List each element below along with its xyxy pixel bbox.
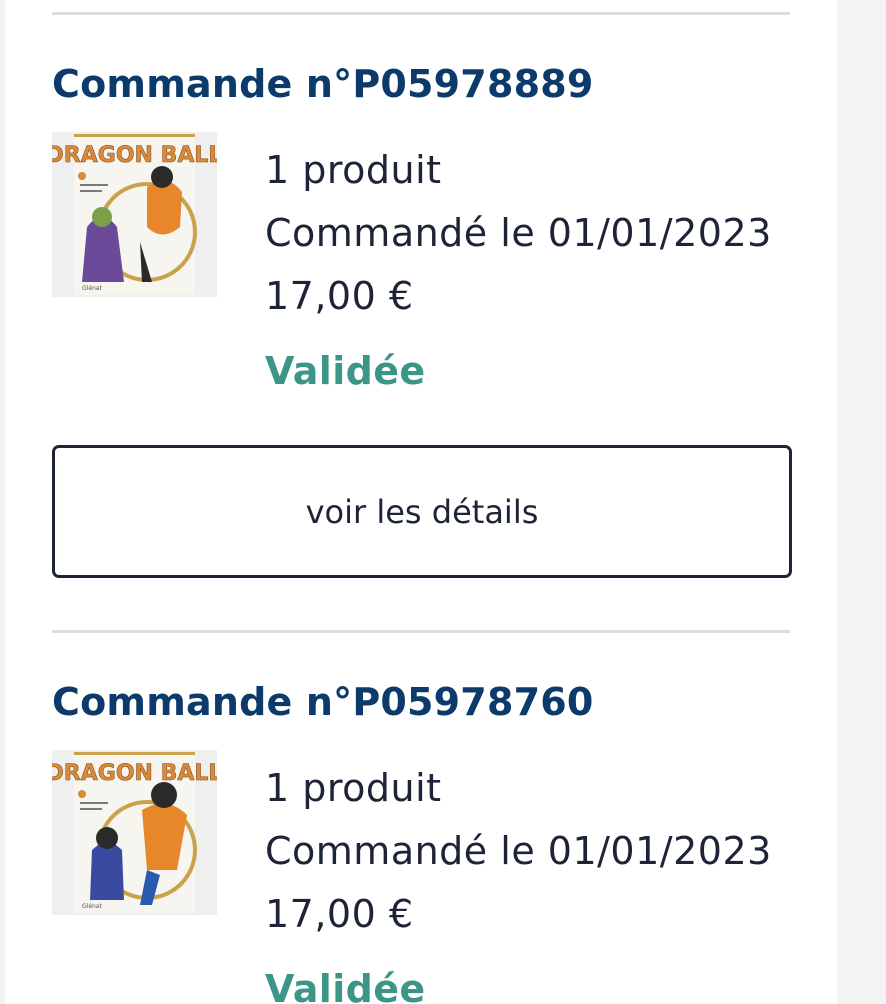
svg-text:Glénat: Glénat <box>82 903 102 910</box>
order-date: Commandé le 01/01/2023 <box>265 829 772 873</box>
view-details-button[interactable]: voir les détails <box>52 445 792 578</box>
order-status-badge: Validée <box>265 967 426 1004</box>
book-cover-icon: DRAGON BALL Glénat <box>45 750 223 915</box>
orders-panel: Commande n°P05978889 DRAGON BALL Glénat <box>5 0 837 1004</box>
order-status-badge: Validée <box>265 349 426 393</box>
order-title: Commande n°P05978889 <box>52 62 594 106</box>
book-cover-icon: DRAGON BALL Glénat <box>45 132 223 297</box>
order-divider <box>52 630 790 633</box>
order-info: 1 produit Commandé le 01/01/2023 17,00 €… <box>265 139 772 414</box>
order-info: 1 produit Commandé le 01/01/2023 17,00 €… <box>265 757 772 1004</box>
svg-text:Glénat: Glénat <box>82 285 102 292</box>
product-cover-image[interactable]: DRAGON BALL Glénat <box>45 750 223 915</box>
order-price: 17,00 € <box>265 892 414 936</box>
order-title: Commande n°P05978760 <box>52 680 594 724</box>
svg-text:DRAGON BALL: DRAGON BALL <box>52 143 217 168</box>
product-cover-image[interactable]: DRAGON BALL Glénat <box>45 132 223 297</box>
product-count: 1 produit <box>265 766 442 810</box>
order-date: Commandé le 01/01/2023 <box>265 211 772 255</box>
product-count: 1 produit <box>265 148 442 192</box>
order-price: 17,00 € <box>265 274 414 318</box>
svg-text:DRAGON BALL: DRAGON BALL <box>52 761 217 786</box>
order-divider <box>52 12 790 15</box>
